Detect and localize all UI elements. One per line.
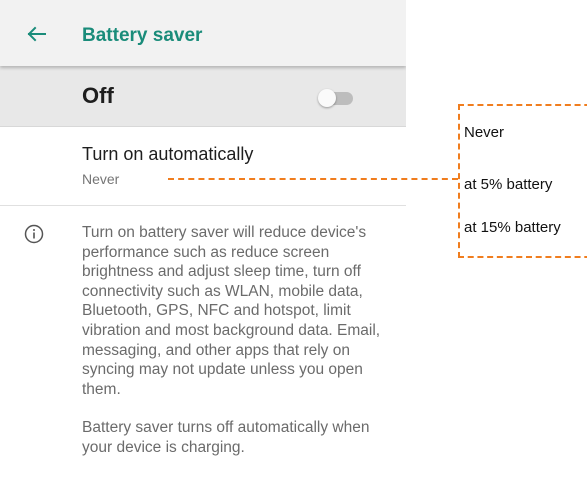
- arrow-left-icon[interactable]: [26, 26, 46, 42]
- turn-on-automatically-setting[interactable]: Turn on automatically Never: [0, 127, 406, 206]
- app-bar: Battery saver: [0, 0, 406, 66]
- option-never[interactable]: Never: [464, 124, 504, 141]
- option-15-percent[interactable]: at 15% battery: [464, 219, 561, 236]
- setting-title: Turn on automatically: [82, 144, 254, 164]
- master-switch-label: Off: [82, 83, 114, 108]
- annotation-connector: [168, 178, 458, 180]
- description-paragraph: Turn on battery saver will reduce device…: [82, 224, 381, 398]
- battery-saver-master-row[interactable]: Off: [0, 66, 406, 127]
- description-paragraph: Battery saver turns off automatically wh…: [82, 419, 370, 456]
- option-5-percent[interactable]: at 5% battery: [464, 176, 552, 193]
- battery-saver-toggle[interactable]: [315, 88, 355, 108]
- toggle-thumb: [318, 89, 336, 107]
- info-icon: [24, 224, 44, 244]
- setting-value: Never: [82, 171, 120, 187]
- battery-saver-description: Turn on battery saver will reduce device…: [82, 223, 382, 477]
- page-title: Battery saver: [82, 25, 203, 46]
- battery-saver-screen: Battery saver Off Turn on automatically …: [0, 0, 406, 486]
